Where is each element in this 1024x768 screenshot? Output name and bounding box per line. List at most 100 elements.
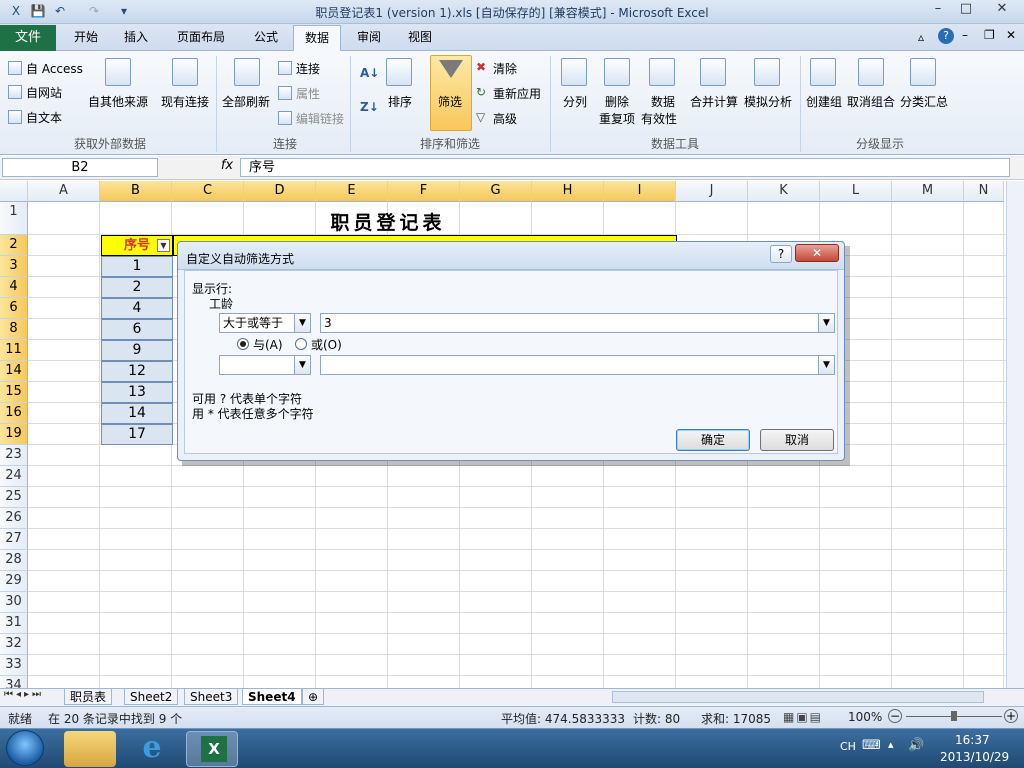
row-header-28[interactable]: 28 [0, 550, 28, 571]
and-radio[interactable] [237, 338, 249, 350]
or-radio[interactable] [295, 338, 307, 350]
tab-formulas[interactable]: 公式 [242, 25, 290, 51]
tab-home[interactable]: 开始 [62, 25, 110, 51]
vertical-scrollbar[interactable] [1006, 181, 1024, 688]
remove-duplicates-button[interactable]: 删除 [605, 93, 629, 110]
ungroup-button[interactable]: 取消组合 [847, 93, 895, 110]
row-header-23[interactable]: 23 [0, 445, 28, 466]
sheet-tab-employees[interactable]: 职员表 [64, 689, 113, 705]
consolidate-button[interactable]: 合并计算 [690, 93, 738, 110]
column-header-j[interactable]: J [676, 181, 748, 202]
row-header-1[interactable]: 1 [0, 202, 28, 235]
column-header-b[interactable]: B [100, 181, 172, 202]
maximize-button[interactable]: □ [952, 0, 980, 20]
existing-connections-button[interactable]: 现有连接 [161, 93, 209, 110]
ie-icon[interactable]: e [126, 731, 178, 767]
column-header-h[interactable]: H [532, 181, 604, 202]
excel-taskbar-icon[interactable]: X [186, 731, 238, 767]
cell-b-8[interactable]: 6 [101, 319, 173, 340]
dialog-help-button[interactable]: ? [770, 245, 792, 263]
tab-insert[interactable]: 插入 [112, 25, 160, 51]
ok-button[interactable]: 确定 [676, 429, 750, 451]
column-header-n[interactable]: N [964, 181, 1004, 202]
input-language[interactable]: CH [840, 740, 856, 753]
column-header-d[interactable]: D [244, 181, 316, 202]
select-all-corner[interactable] [0, 181, 28, 202]
start-button[interactable] [6, 730, 44, 766]
zoom-in-icon[interactable]: + [1004, 709, 1018, 723]
cell-b-19[interactable]: 17 [101, 424, 173, 445]
cell-b-4[interactable]: 2 [101, 277, 173, 298]
row-header-6[interactable]: 6 [0, 298, 28, 319]
zoom-thumb[interactable] [951, 711, 957, 721]
column-header-k[interactable]: K [748, 181, 820, 202]
from-access-button[interactable]: 自 Access [26, 60, 83, 77]
column-header-e[interactable]: E [316, 181, 388, 202]
column-header-f[interactable]: F [388, 181, 460, 202]
column-header-m[interactable]: M [892, 181, 964, 202]
sheet-nav-arrows-icon[interactable]: ⏮◂▸⏭ [4, 689, 44, 700]
cell-b-16[interactable]: 14 [101, 403, 173, 424]
workbook-close-icon[interactable]: ✕ [1006, 28, 1016, 42]
tab-review[interactable]: 审阅 [345, 25, 393, 51]
chevron-down-icon[interactable]: ▼ [818, 356, 834, 374]
or-radio-label[interactable]: 或(O) [311, 336, 342, 353]
tab-view[interactable]: 视图 [396, 25, 444, 51]
row-header-11[interactable]: 11 [0, 340, 28, 361]
column-header-g[interactable]: G [460, 181, 532, 202]
ribbon-collapse-icon[interactable]: ▵ [918, 30, 924, 44]
row-header-4[interactable]: 4 [0, 277, 28, 298]
sheet-tab-sheet4[interactable]: Sheet4 [242, 689, 302, 705]
zoom-level[interactable]: 100% [848, 710, 882, 724]
sheet-tab-sheet3[interactable]: Sheet3 [184, 689, 239, 705]
sort-az-icon[interactable]: A↓ [360, 66, 379, 80]
chevron-down-icon[interactable]: ▼ [294, 314, 310, 332]
name-box[interactable]: B2 [2, 158, 158, 177]
column-header-c[interactable]: C [172, 181, 244, 202]
operator-1-select[interactable]: 大于或等于 ▼ [219, 313, 311, 333]
cancel-button[interactable]: 取消 [760, 429, 834, 451]
tray-arrow-icon[interactable]: ▴ [888, 738, 894, 751]
sheet-title-cell[interactable]: 职员登记表 [100, 208, 676, 235]
cell-b-15[interactable]: 13 [101, 382, 173, 403]
workbook-restore-icon[interactable]: ❐ [984, 28, 995, 42]
header-cell-b2[interactable]: 序号 ▼ [101, 235, 173, 256]
group-button[interactable]: 创建组 [806, 93, 842, 110]
workbook-minimize-icon[interactable]: – [962, 28, 968, 42]
row-header-3[interactable]: 3 [0, 256, 28, 277]
insert-function-icon[interactable]: fx [216, 158, 238, 173]
autofilter-dropdown-icon[interactable]: ▼ [157, 239, 170, 252]
data-validation-button[interactable]: 数据 [651, 93, 675, 110]
connections-button[interactable]: 连接 [296, 60, 320, 77]
row-header-27[interactable]: 27 [0, 529, 28, 550]
row-header-16[interactable]: 16 [0, 403, 28, 424]
advanced-filter-button[interactable]: 高级 [493, 110, 517, 127]
clock-time[interactable]: 16:37 [955, 733, 990, 747]
minimize-button[interactable]: – [924, 0, 952, 20]
row-header-30[interactable]: 30 [0, 592, 28, 613]
from-web-button[interactable]: 自网站 [26, 84, 62, 101]
help-icon[interactable]: ? [938, 28, 954, 44]
horizontal-scrollbar[interactable] [612, 691, 984, 703]
row-header-19[interactable]: 19 [0, 424, 28, 445]
what-if-button[interactable]: 模拟分析 [744, 93, 792, 110]
cell-b-11[interactable]: 9 [101, 340, 173, 361]
properties-button[interactable]: 属性 [296, 85, 320, 102]
cell-b-3[interactable]: 1 [101, 256, 173, 277]
value-1-combobox[interactable]: 3 ▼ [320, 313, 835, 333]
refresh-all-button[interactable]: 全部刷新 [222, 93, 270, 110]
cell-b-6[interactable]: 4 [101, 298, 173, 319]
subtotal-button[interactable]: 分类汇总 [900, 93, 948, 110]
column-header-a[interactable]: A [28, 181, 100, 202]
sort-button[interactable]: 排序 [388, 93, 412, 110]
insert-sheet-icon[interactable]: ⊕ [302, 689, 325, 705]
row-header-14[interactable]: 14 [0, 361, 28, 382]
chevron-down-icon[interactable]: ▼ [818, 314, 834, 332]
clear-filter-button[interactable]: 清除 [493, 60, 517, 77]
tab-file[interactable]: 文件 [0, 25, 56, 51]
row-header-33[interactable]: 33 [0, 655, 28, 676]
view-buttons-icon[interactable]: ▦▣▤ [783, 710, 823, 724]
row-header-8[interactable]: 8 [0, 319, 28, 340]
tab-data[interactable]: 数据 [293, 25, 341, 51]
tab-page-layout[interactable]: 页面布局 [168, 25, 234, 51]
